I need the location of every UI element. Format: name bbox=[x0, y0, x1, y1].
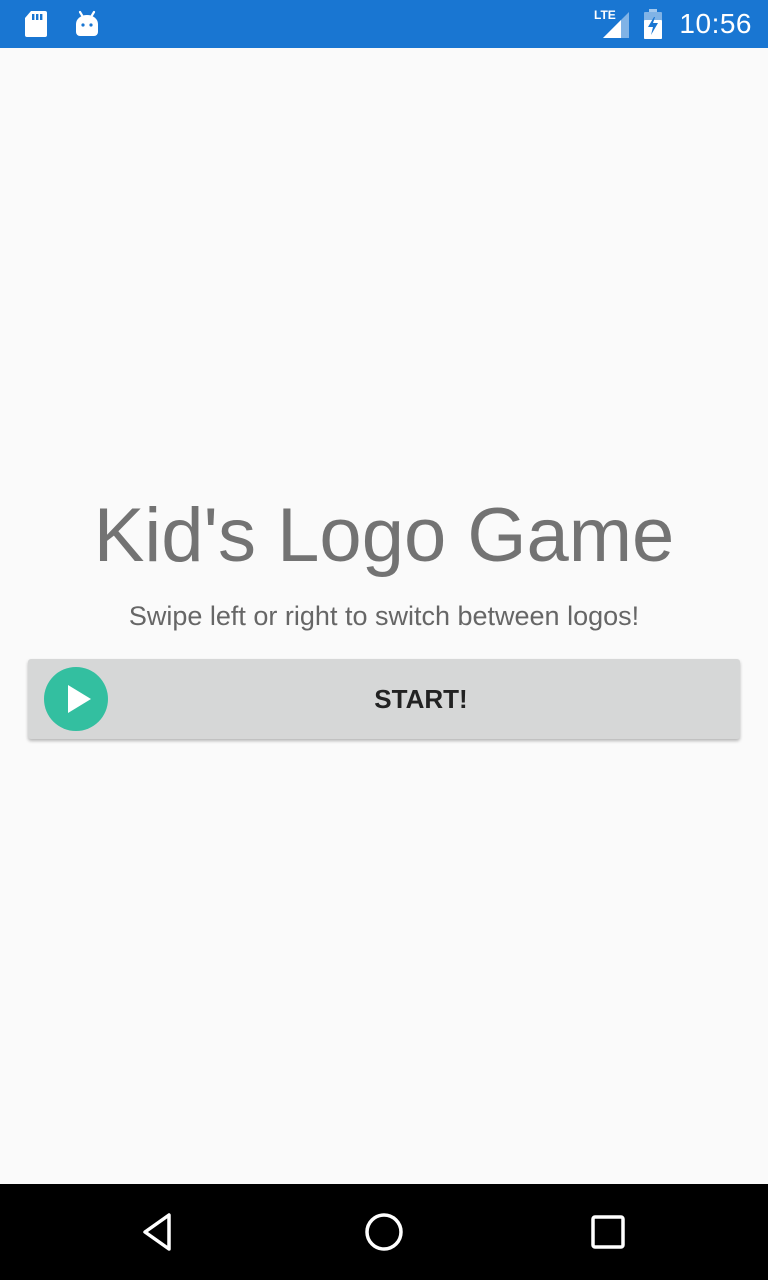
page-title: Kid's Logo Game bbox=[93, 493, 675, 578]
home-button[interactable] bbox=[360, 1208, 408, 1256]
status-system: LTE 10:56 bbox=[593, 0, 752, 48]
status-notifications bbox=[24, 0, 100, 48]
start-button-label: START! bbox=[374, 684, 468, 714]
start-button[interactable]: START! bbox=[28, 659, 740, 739]
status-time: 10:56 bbox=[679, 8, 752, 39]
svg-text:LTE: LTE bbox=[594, 8, 616, 22]
page-subtitle: Swipe left or right to switch between lo… bbox=[128, 601, 640, 631]
app-screen: LTE 10:56 Kid's Logo Game Swipe left or … bbox=[0, 0, 768, 1280]
sd-card-icon bbox=[24, 10, 48, 38]
main-content: Kid's Logo Game Swipe left or right to s… bbox=[0, 48, 768, 1184]
android-icon bbox=[74, 10, 100, 38]
status-bar: LTE 10:56 bbox=[0, 0, 768, 48]
navigation-bar bbox=[0, 1184, 768, 1280]
back-icon bbox=[136, 1213, 184, 1260]
back-button[interactable] bbox=[136, 1208, 184, 1256]
recents-button[interactable] bbox=[584, 1208, 632, 1256]
home-icon bbox=[360, 1213, 408, 1260]
lte-signal-icon: LTE bbox=[593, 8, 633, 40]
battery-charging-icon bbox=[643, 8, 663, 40]
recents-icon bbox=[584, 1215, 632, 1260]
